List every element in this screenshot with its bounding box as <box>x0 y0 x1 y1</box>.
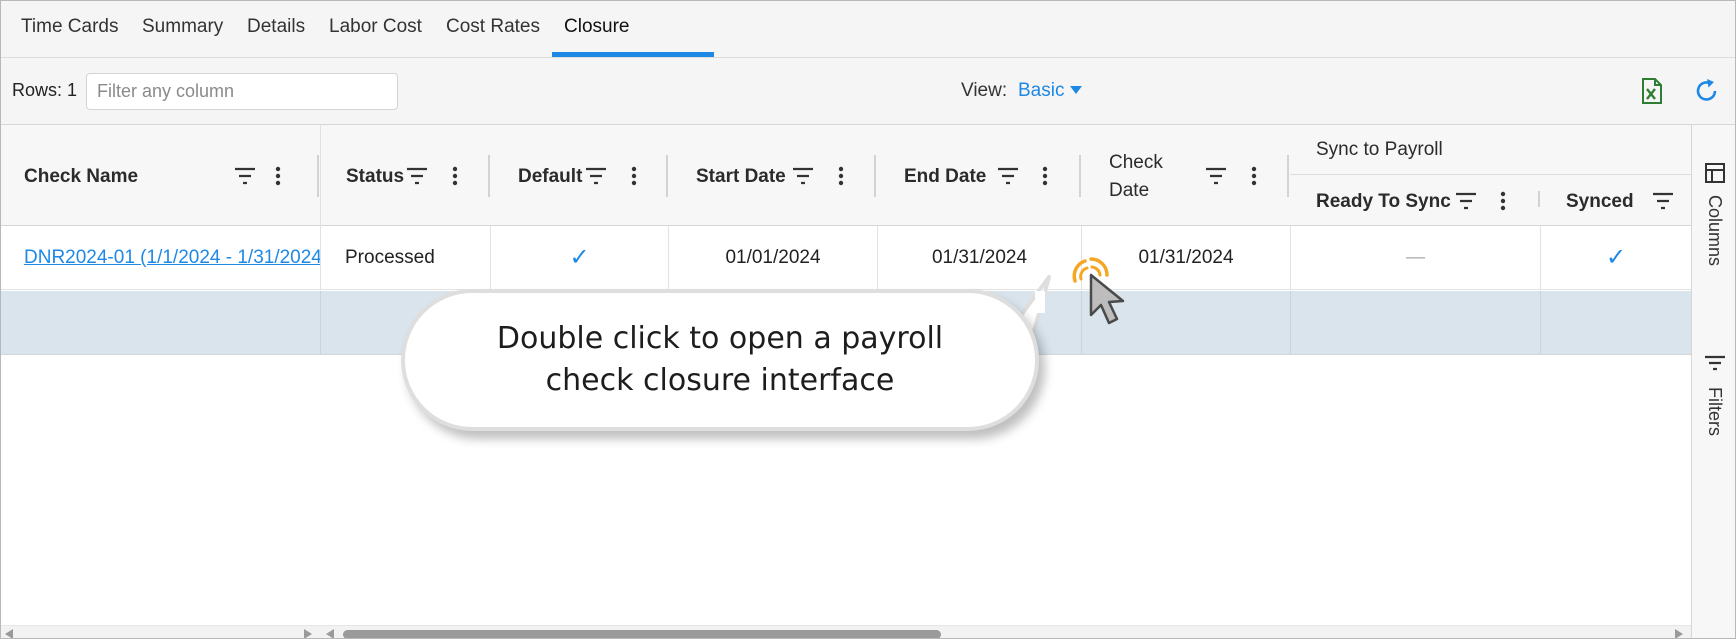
column-group-sync-to-payroll: Sync to Payroll <box>1290 125 1691 175</box>
column-menu-icon[interactable] <box>1249 166 1259 186</box>
side-panel: Columns Filters <box>1691 125 1735 638</box>
scroll-left-icon[interactable] <box>326 629 334 639</box>
column-header-default[interactable]: Default <box>491 125 668 226</box>
cell-default: ✓ <box>491 226 669 289</box>
cell-start-date: 01/01/2024 <box>669 226 878 289</box>
empty-cell <box>1290 291 1291 354</box>
filter-icon[interactable] <box>1205 166 1227 186</box>
filters-panel-button[interactable]: Filters <box>1692 355 1735 475</box>
columns-icon <box>1705 163 1725 183</box>
column-label: Ready To Sync <box>1316 191 1451 212</box>
mouse-cursor-icon <box>1072 257 1125 325</box>
filter-input[interactable] <box>86 73 398 110</box>
grid-header: Check Name Status Default Start Date End… <box>1 125 1691 226</box>
column-menu-icon[interactable] <box>629 166 639 186</box>
scrollbar-thumb[interactable] <box>343 630 941 638</box>
check-name-link[interactable]: DNR2024-01 (1/1/2024 - 1/31/2024) <box>24 247 320 269</box>
tab-cost-rates[interactable]: Cost Rates <box>434 1 552 57</box>
checkmark-icon: ✓ <box>569 244 590 271</box>
column-divider[interactable] <box>488 155 490 197</box>
row-count: Rows: 1 <box>12 80 78 100</box>
column-label: Start Date <box>696 166 786 187</box>
filter-icon[interactable] <box>234 166 256 186</box>
refresh-icon[interactable] <box>1693 77 1721 105</box>
excel-export-icon[interactable] <box>1638 77 1666 105</box>
view-label: View: <box>961 80 1008 101</box>
callout-line-1: Double click to open a payroll <box>496 321 944 356</box>
column-header-end-date[interactable]: End Date <box>877 125 1081 226</box>
filter-icon <box>1705 355 1725 371</box>
start-date-value: 01/01/2024 <box>725 246 821 268</box>
tab-details[interactable]: Details <box>235 1 317 57</box>
column-menu-icon[interactable] <box>1498 191 1508 211</box>
columns-label: Columns <box>1705 195 1725 267</box>
column-header-ready-to-sync[interactable]: Ready To Sync <box>1290 175 1540 226</box>
filter-icon[interactable] <box>1455 191 1477 211</box>
callout-line-2: check closure interface <box>545 363 895 398</box>
view-select[interactable]: Basic <box>1018 80 1083 102</box>
scroll-right-icon[interactable] <box>1675 629 1683 639</box>
horizontal-scrollbar[interactable] <box>1 625 1691 639</box>
callout-bubble: Double click to open a payroll check clo… <box>401 289 1039 431</box>
column-divider[interactable] <box>1538 191 1540 207</box>
cell-ready-to-sync: — <box>1291 226 1541 289</box>
cell-synced: ✓ <box>1541 226 1691 289</box>
column-label: Synced <box>1566 191 1634 212</box>
column-divider[interactable] <box>1287 155 1289 197</box>
callout-tail-mask <box>1035 291 1045 313</box>
cell-status: Processed <box>321 226 491 289</box>
view-select-value: Basic <box>1018 80 1065 101</box>
columns-panel-button[interactable]: Columns <box>1692 163 1735 283</box>
empty-cell <box>1 291 321 354</box>
scroll-left-icon[interactable] <box>5 629 13 639</box>
column-group-label: Sync to Payroll <box>1316 139 1443 160</box>
app-frame: Time Cards Summary Details Labor Cost Co… <box>0 0 1736 639</box>
column-label: Check Name <box>24 166 139 187</box>
column-label-line2: Date <box>1109 180 1150 201</box>
column-menu-icon[interactable] <box>273 166 283 186</box>
column-label: Default <box>518 166 583 187</box>
scroll-right-icon[interactable] <box>304 629 312 639</box>
filter-icon[interactable] <box>585 166 607 186</box>
column-menu-icon[interactable] <box>836 166 846 186</box>
filter-icon[interactable] <box>997 166 1019 186</box>
column-label-line1: Check <box>1109 152 1163 173</box>
empty-cell <box>1540 291 1541 354</box>
filters-label: Filters <box>1705 387 1725 436</box>
tab-closure-process[interactable]: Closure Process <box>552 1 714 89</box>
dash-icon: — <box>1406 246 1425 268</box>
column-header-start-date[interactable]: Start Date <box>669 125 876 226</box>
filter-icon[interactable] <box>792 166 814 186</box>
toolbar: Rows: 1 View: Basic <box>1 58 1735 125</box>
filter-icon[interactable] <box>1652 191 1674 211</box>
tab-bar: Time Cards Summary Details Labor Cost Co… <box>1 1 1735 89</box>
check-date-value: 01/31/2024 <box>1138 246 1234 268</box>
tab-summary[interactable]: Summary <box>130 1 235 57</box>
column-header-check-name[interactable]: Check Name <box>1 125 319 226</box>
cell-check-name[interactable]: DNR2024-01 (1/1/2024 - 1/31/2024) <box>1 226 321 289</box>
tab-time-cards[interactable]: Time Cards <box>9 1 130 57</box>
column-header-status[interactable]: Status <box>321 125 489 226</box>
column-divider[interactable] <box>317 155 319 197</box>
column-header-synced[interactable]: Synced <box>1541 175 1691 226</box>
column-header-check-date[interactable]: Check Date <box>1082 125 1289 226</box>
column-label: Status <box>346 166 405 187</box>
column-label: End Date <box>904 166 987 187</box>
column-divider[interactable] <box>874 155 876 197</box>
filter-icon[interactable] <box>406 166 428 186</box>
status-value: Processed <box>345 246 435 268</box>
column-menu-icon[interactable] <box>1040 166 1050 186</box>
checkmark-icon: ✓ <box>1605 244 1627 271</box>
caret-down-icon <box>1070 86 1083 94</box>
column-divider[interactable] <box>666 155 668 197</box>
column-divider[interactable] <box>1079 155 1081 197</box>
end-date-value: 01/31/2024 <box>931 246 1028 268</box>
tab-labor-cost[interactable]: Labor Cost <box>317 1 434 57</box>
column-menu-icon[interactable] <box>450 166 460 186</box>
table-row[interactable]: DNR2024-01 (1/1/2024 - 1/31/2024) Proces… <box>1 226 1691 290</box>
